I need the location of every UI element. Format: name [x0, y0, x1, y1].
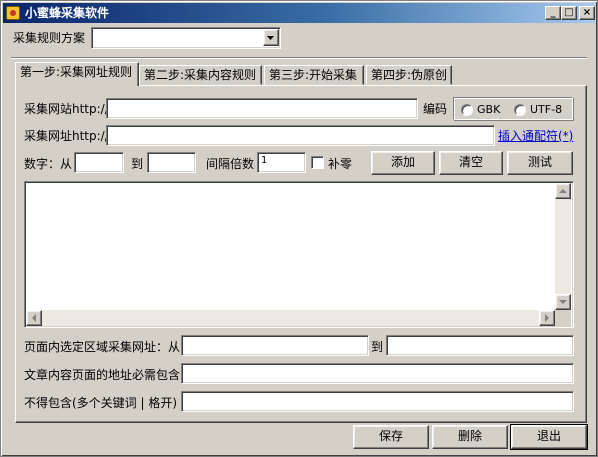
horizontal-scrollbar[interactable]: [26, 310, 555, 326]
interval-label: 间隔倍数: [206, 157, 255, 171]
num-from-label: 数字：从: [24, 157, 73, 171]
num-from-input[interactable]: [74, 152, 124, 173]
pad-zero-checkbox[interactable]: [311, 156, 324, 169]
triangle-right-icon: [545, 314, 549, 322]
encoding-utf8-radio[interactable]: [514, 104, 526, 116]
exit-button[interactable]: 退出: [510, 424, 588, 450]
encoding-gbk-label: GBK: [477, 103, 501, 116]
title-bar[interactable]: 小蜜蜂采集软件 _ □ ×: [3, 3, 595, 23]
minimize-button[interactable]: _: [545, 6, 561, 20]
triangle-down-icon: [559, 300, 567, 304]
exclude-input[interactable]: [181, 391, 574, 412]
url-label: 采集网址http://: [24, 129, 109, 143]
close-button[interactable]: ×: [579, 6, 595, 20]
tab-step2[interactable]: 第二步:采集内容规则: [139, 65, 262, 85]
num-to-label: 到: [131, 157, 144, 171]
clear-button[interactable]: 清空: [439, 151, 503, 175]
triangle-left-icon: [32, 314, 36, 322]
tab-step1[interactable]: 第一步:采集网址规则: [15, 62, 139, 86]
scroll-right-button[interactable]: [539, 310, 555, 326]
delete-button[interactable]: 删除: [432, 425, 508, 449]
add-button[interactable]: 添加: [371, 151, 435, 175]
must-contain-input[interactable]: [181, 363, 574, 384]
exclude-label: 不得包含(多个关键词 | 格开): [24, 396, 178, 410]
bee-app-icon: [6, 6, 20, 20]
encoding-label: 编码: [423, 102, 448, 116]
save-button[interactable]: 保存: [353, 425, 429, 449]
scheme-label: 采集规则方案: [13, 31, 86, 45]
interval-input[interactable]: 1: [257, 152, 306, 173]
triangle-up-icon: [559, 189, 567, 193]
scheme-select[interactable]: [91, 27, 281, 49]
encoding-gbk-radio[interactable]: [461, 104, 473, 116]
tab-step4[interactable]: 第四步:伪原创: [366, 65, 452, 85]
region-to-label: 到: [371, 340, 384, 354]
separator: [11, 57, 587, 59]
region-to-input[interactable]: [386, 335, 574, 356]
region-from-input[interactable]: [181, 335, 369, 356]
scrollbar-corner: [555, 310, 571, 326]
region-label: 页面内选定区域采集网址：从: [24, 340, 181, 354]
num-to-input[interactable]: [147, 152, 196, 173]
triangle-down-icon: [267, 36, 274, 40]
pad-zero-label: 补零: [328, 157, 353, 171]
scroll-up-button[interactable]: [555, 183, 571, 199]
scroll-down-button[interactable]: [555, 294, 571, 310]
maximize-button[interactable]: □: [561, 6, 577, 20]
main-window: 小蜜蜂采集软件 _ □ × 采集规则方案 第一步:采集网址规则 第二步:采集内容…: [0, 0, 598, 457]
dropdown-button[interactable]: [263, 29, 279, 46]
window-title: 小蜜蜂采集软件: [25, 6, 110, 20]
must-contain-label: 文章内容页面的地址必需包含: [24, 368, 181, 382]
site-label: 采集网站http://: [24, 102, 109, 116]
url-list-textarea[interactable]: [24, 181, 574, 328]
encoding-utf8-label: UTF-8: [530, 103, 563, 116]
test-button[interactable]: 测试: [507, 151, 573, 175]
insert-wildcard-link[interactable]: 插入通配符(*): [498, 129, 573, 143]
url-input[interactable]: [106, 125, 495, 146]
tab-step3[interactable]: 第三步:开始采集: [264, 65, 364, 85]
site-input[interactable]: [106, 98, 418, 119]
scroll-left-button[interactable]: [26, 310, 42, 326]
vertical-scrollbar[interactable]: [555, 183, 571, 310]
